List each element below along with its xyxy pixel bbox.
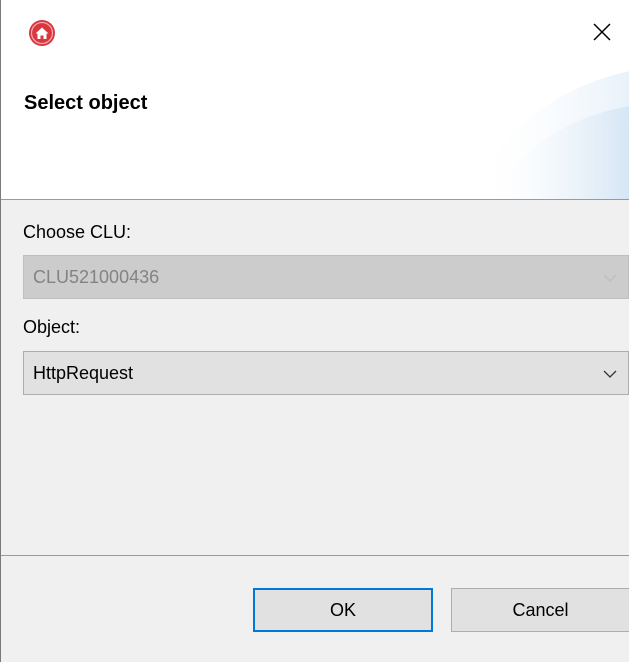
dialog-title: Select object <box>24 92 148 114</box>
dialog-footer: OK Cancel <box>1 556 629 662</box>
dialog-header: Select object <box>1 66 629 199</box>
header-decoration <box>471 71 629 199</box>
clu-select: CLU521000436 <box>23 255 629 299</box>
home-icon <box>28 19 56 47</box>
cancel-button[interactable]: Cancel <box>451 588 629 632</box>
chevron-down-icon <box>602 270 618 286</box>
close-button[interactable] <box>584 16 620 52</box>
ok-button[interactable]: OK <box>253 588 433 632</box>
object-select[interactable]: HttpRequest <box>23 351 629 395</box>
select-object-dialog: Select object Choose CLU: CLU521000436 O… <box>0 0 629 662</box>
title-bar <box>1 0 629 66</box>
close-icon <box>592 22 612 47</box>
dialog-body: Choose CLU: CLU521000436 Object: HttpReq… <box>1 200 629 555</box>
chevron-down-icon <box>602 366 618 382</box>
object-select-value: HttpRequest <box>33 362 134 383</box>
choose-clu-label: Choose CLU: <box>23 222 132 242</box>
clu-select-value: CLU521000436 <box>33 266 160 287</box>
object-label: Object: <box>23 317 81 337</box>
